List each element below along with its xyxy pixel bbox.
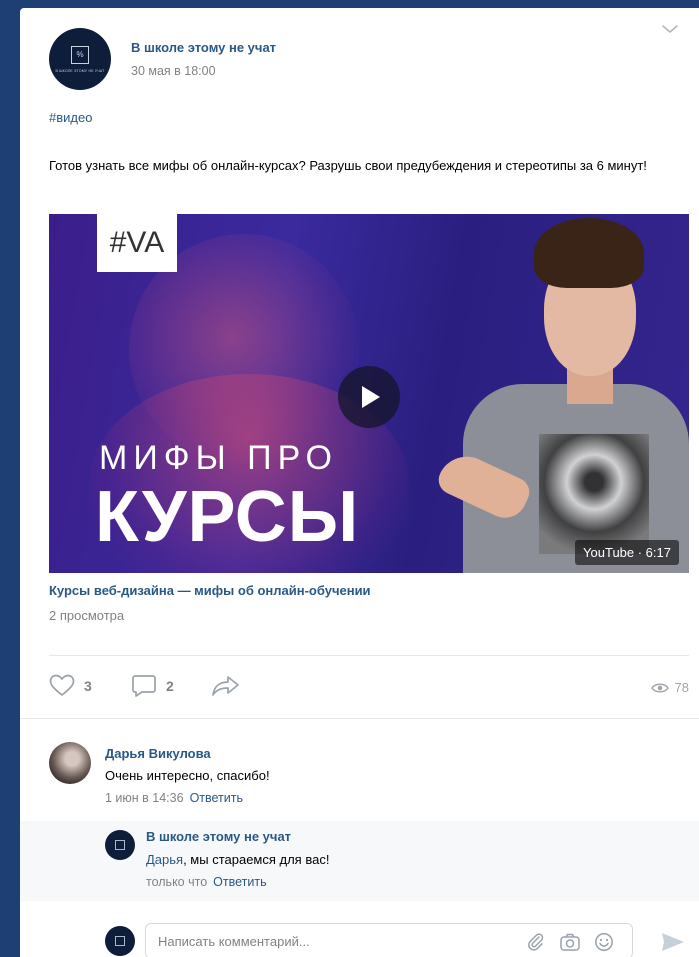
send-icon[interactable]	[660, 930, 686, 954]
post-text: Готов узнать все мифы об онлайн-курсах? …	[49, 158, 647, 173]
view-counter: 78	[650, 680, 689, 695]
reply-link[interactable]: Ответить	[190, 791, 243, 805]
like-button[interactable]: 3	[49, 674, 92, 698]
video-title[interactable]: Курсы веб-дизайна — мифы об онлайн-обуче…	[49, 583, 371, 598]
comment-button[interactable]: 2	[131, 674, 174, 698]
comment-text: Дарья, мы стараемся для вас!	[146, 852, 329, 867]
comment-count: 2	[166, 678, 174, 694]
share-button[interactable]	[211, 674, 250, 698]
post-hashtag[interactable]: #видео	[49, 110, 92, 125]
video-views: 2 просмотра	[49, 608, 125, 623]
comment-time[interactable]: только что	[146, 875, 207, 889]
community-logo-icon	[115, 840, 125, 850]
comments-section: Дарья Викулова Очень интересно, спасибо!…	[20, 718, 699, 957]
avatar[interactable]	[49, 742, 91, 784]
like-count: 3	[84, 678, 92, 694]
mention-link[interactable]: Дарья	[146, 852, 183, 867]
post-author[interactable]: В школе этому не учат	[131, 40, 276, 55]
view-count: 78	[674, 680, 689, 695]
comment-input-box[interactable]	[145, 923, 633, 957]
share-icon	[212, 676, 239, 696]
avatar[interactable]	[105, 830, 135, 860]
play-icon	[362, 386, 380, 408]
presenter-figure	[433, 214, 689, 573]
video-badge: #VA	[97, 214, 177, 272]
comment-text-body: , мы стараемся для вас!	[183, 852, 330, 867]
heart-icon	[49, 674, 75, 697]
community-logo-icon	[115, 936, 125, 946]
comment-icon	[132, 675, 156, 697]
community-logo-icon: %	[71, 45, 89, 64]
eye-icon	[650, 683, 669, 692]
comment-meta: только что Ответить	[146, 875, 267, 889]
comment-input[interactable]	[158, 924, 518, 957]
comment-author[interactable]: В школе этому не учат	[146, 829, 291, 844]
video-source-duration: YouTube · 6:17	[575, 540, 679, 565]
comment-meta: 1 июн в 14:36 Ответить	[105, 791, 243, 805]
video-headline-line1: МИФЫ ПРО	[99, 439, 338, 477]
chevron-down-icon[interactable]	[660, 22, 680, 36]
comment-author[interactable]: Дарья Викулова	[105, 746, 211, 761]
comment-text: Очень интересно, спасибо!	[105, 768, 270, 783]
community-logo-text: В школе этому не учат	[55, 68, 105, 73]
post-actions: 3 2 78	[49, 674, 689, 704]
reply-comment: В школе этому не учат Дарья, мы стараемс…	[20, 821, 699, 901]
comment-input-row	[20, 911, 699, 957]
camera-icon[interactable]	[559, 932, 581, 952]
avatar[interactable]	[105, 926, 135, 956]
community-avatar[interactable]: % В школе этому не учат	[49, 28, 111, 90]
comment-time[interactable]: 1 июн в 14:36	[105, 791, 184, 805]
post-header: % В школе этому не учат В школе этому не…	[49, 28, 669, 92]
divider	[49, 655, 689, 656]
smile-icon[interactable]	[594, 932, 614, 952]
paperclip-icon[interactable]	[526, 932, 546, 952]
video-headline-line2: КУРСЫ	[95, 477, 360, 557]
play-button[interactable]	[338, 366, 400, 428]
post-card: % В школе этому не учат В школе этому не…	[20, 8, 699, 957]
post-date[interactable]: 30 мая в 18:00	[131, 64, 216, 78]
reply-link[interactable]: Ответить	[213, 875, 266, 889]
video-thumbnail[interactable]: #VA МИФЫ ПРО КУРСЫ YouTube · 6:17	[49, 214, 689, 573]
